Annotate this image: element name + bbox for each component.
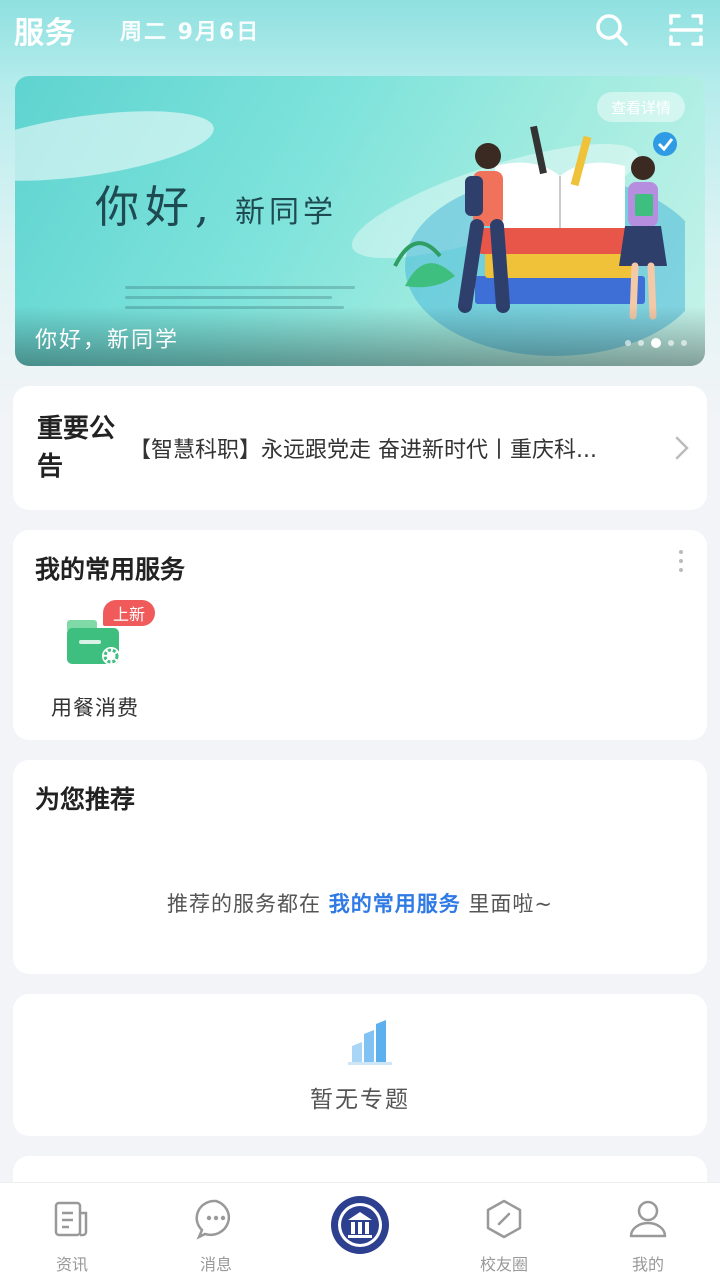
frequent-services-card: 我的常用服务 上新 用餐消费 bbox=[13, 530, 707, 740]
tab-messages[interactable]: 消息 bbox=[161, 1197, 271, 1275]
chevron-right-icon[interactable] bbox=[657, 435, 707, 461]
scan-icon[interactable] bbox=[666, 10, 706, 50]
no-topics-label: 暂无专题 bbox=[310, 1087, 410, 1113]
tab-home-logo[interactable] bbox=[305, 1196, 415, 1257]
service-item-dining[interactable]: 上新 用餐消费 bbox=[35, 600, 155, 722]
carousel-dot-active[interactable] bbox=[651, 338, 661, 348]
new-badge: 上新 bbox=[103, 600, 155, 626]
top-bar: 服务 周二 9月6日 bbox=[0, 0, 720, 60]
tab-news[interactable]: 资讯 bbox=[17, 1197, 127, 1275]
banner-caption: 你好，新同学 bbox=[35, 328, 180, 353]
announcement-tag: 重要公告 bbox=[37, 414, 116, 482]
announcement-card[interactable]: 重要公告 【智慧科职】永远跟党走 奋进新时代丨重庆科... bbox=[13, 386, 707, 510]
frequent-services-title: 我的常用服务 bbox=[35, 555, 186, 584]
tab-label: 校友圈 bbox=[479, 1255, 528, 1274]
banner-headline: 你好, 新同学 bbox=[95, 182, 337, 233]
alumni-icon bbox=[449, 1197, 559, 1241]
service-label: 用餐消费 bbox=[51, 696, 139, 720]
tab-alumni[interactable]: 校友圈 bbox=[449, 1197, 559, 1275]
carousel-dot[interactable] bbox=[668, 340, 674, 346]
recommend-title: 为您推荐 bbox=[35, 785, 136, 814]
frequent-services-link[interactable]: 我的常用服务 bbox=[329, 892, 461, 916]
recommend-empty-suffix: 里面啦~ bbox=[460, 892, 553, 916]
announcement-text[interactable]: 【智慧科职】永远跟党走 奋进新时代丨重庆科... bbox=[119, 432, 657, 464]
tab-label: 我的 bbox=[631, 1255, 664, 1274]
header-actions bbox=[592, 10, 706, 50]
tab-label: 消息 bbox=[199, 1255, 232, 1274]
banner-headline-sub: 新同学 bbox=[234, 195, 337, 230]
carousel-dot[interactable] bbox=[681, 340, 687, 346]
recommend-empty-message: 推荐的服务都在 我的常用服务 里面啦~ bbox=[13, 888, 707, 918]
carousel-dots bbox=[625, 338, 687, 348]
recommend-card: 为您推荐 推荐的服务都在 我的常用服务 里面啦~ bbox=[13, 760, 707, 974]
bottom-tab-bar: 资讯 消息 校友圈 我的 bbox=[0, 1182, 720, 1280]
carousel-dot[interactable] bbox=[638, 340, 644, 346]
news-icon bbox=[17, 1197, 127, 1241]
bar-chart-icon bbox=[338, 1018, 408, 1072]
tab-label: 资讯 bbox=[55, 1255, 88, 1274]
message-icon bbox=[161, 1197, 271, 1241]
banner-carousel[interactable]: 你好, 新同学 查看详情 你好，新同学 bbox=[15, 76, 705, 366]
recommend-empty-prefix: 推荐的服务都在 bbox=[167, 892, 329, 916]
carousel-dot[interactable] bbox=[625, 340, 631, 346]
topics-card: 暂无专题 bbox=[13, 994, 707, 1136]
more-options-icon[interactable] bbox=[679, 550, 683, 572]
profile-icon bbox=[593, 1197, 703, 1241]
page-title: 服务 bbox=[14, 16, 76, 51]
school-logo-icon bbox=[305, 1193, 415, 1257]
tab-profile[interactable]: 我的 bbox=[593, 1197, 703, 1275]
banner-headline-main: 你好 bbox=[95, 182, 195, 233]
date-label: 周二 9月6日 bbox=[120, 20, 261, 45]
search-icon[interactable] bbox=[592, 10, 632, 50]
